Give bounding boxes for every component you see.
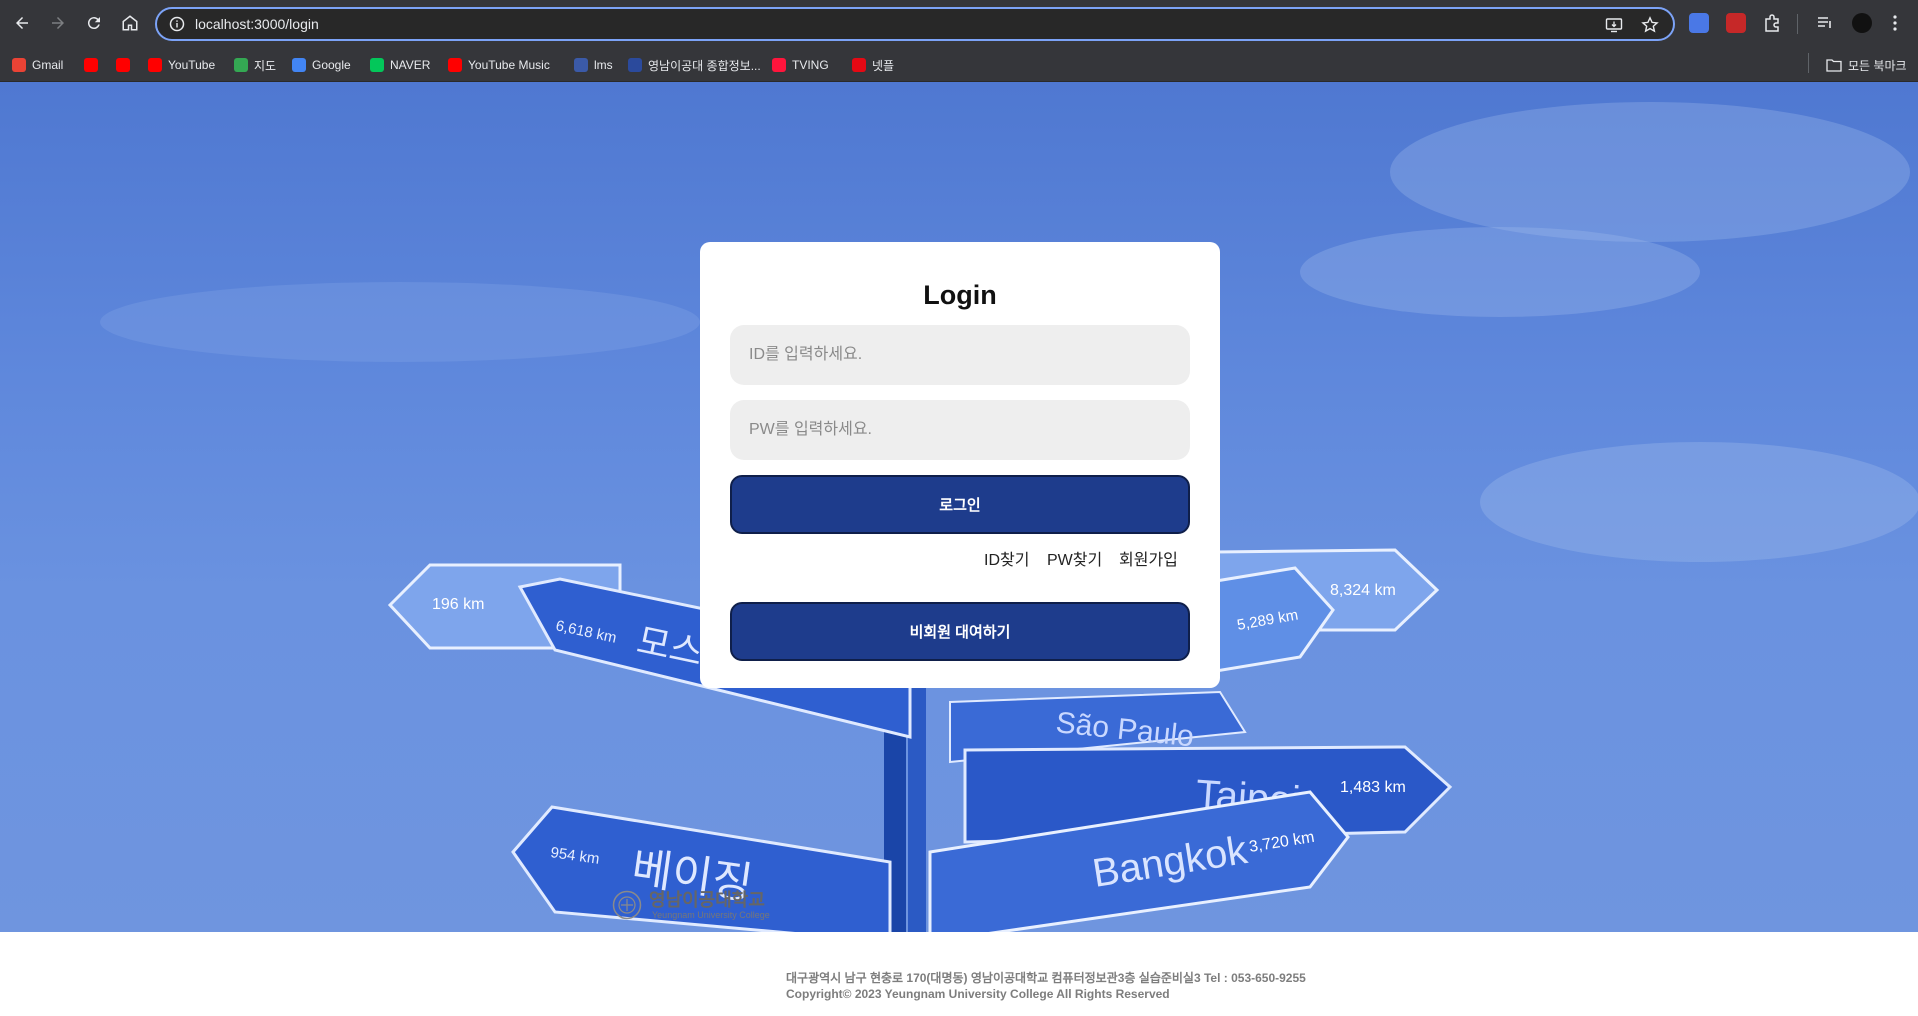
- bookmark-item[interactable]: [84, 56, 104, 74]
- page-content: 196 km 6,618 km 모스 8,324 km 5,289 km São…: [0, 82, 1918, 1016]
- id-input[interactable]: [730, 325, 1190, 385]
- bookmark-item[interactable]: 영남이공대 종합정보...: [628, 56, 761, 74]
- login-title: Login: [923, 280, 997, 310]
- sign-label: 8,324 km: [1330, 582, 1396, 599]
- back-button[interactable]: [10, 11, 34, 35]
- all-bookmarks-label: 모든 북마크: [1848, 58, 1907, 73]
- netflix-icon: [852, 58, 866, 72]
- reload-icon: [87, 17, 100, 30]
- hero-background: 196 km 6,618 km 모스 8,324 km 5,289 km São…: [0, 82, 1918, 932]
- install-app-icon[interactable]: [1605, 16, 1623, 34]
- maps-icon: [234, 58, 248, 72]
- tving-icon: [772, 58, 786, 72]
- arrow-left-icon: [16, 17, 28, 29]
- bookmark-item[interactable]: [116, 56, 136, 74]
- home-button[interactable]: [118, 11, 142, 35]
- logo-english: Yeungnam University College: [652, 910, 770, 920]
- gmail-icon: [12, 58, 26, 72]
- profile-avatar[interactable]: [1852, 13, 1872, 33]
- sign-label: 196 km: [432, 596, 484, 613]
- bookmark-item[interactable]: TVING: [772, 56, 829, 74]
- bookmark-star-icon[interactable]: [1641, 16, 1659, 34]
- guest-rental-button[interactable]: 비회원 대여하기: [730, 602, 1190, 661]
- cloud: [1390, 102, 1910, 242]
- arrow-right-icon: [52, 17, 64, 29]
- cloud: [1480, 442, 1918, 562]
- media-queue-icon[interactable]: [1815, 13, 1835, 33]
- bookmark-label: Gmail: [32, 58, 64, 72]
- bookmark-label: 영남이공대 종합정보...: [648, 58, 761, 73]
- find-pw-link[interactable]: PW찾기: [1047, 546, 1102, 570]
- site-info-icon[interactable]: [169, 16, 185, 32]
- footer-copyright: Copyright© 2023 Yeungnam University Coll…: [786, 987, 1170, 1001]
- bookmark-item[interactable]: 지도: [234, 56, 276, 74]
- password-input[interactable]: [730, 400, 1190, 460]
- login-button[interactable]: 로그인: [730, 475, 1190, 534]
- translate-extension-icon[interactable]: [1689, 13, 1709, 33]
- bookmark-item[interactable]: 넷플: [852, 56, 894, 74]
- bookmark-item[interactable]: lms: [574, 56, 613, 74]
- home-icon: [122, 15, 138, 31]
- bookmark-label: TVING: [792, 58, 829, 72]
- cloud: [100, 282, 700, 362]
- bookmark-item[interactable]: YouTube Music: [448, 56, 550, 74]
- more-menu-icon[interactable]: [1892, 13, 1898, 33]
- reload-button[interactable]: [82, 11, 106, 35]
- university-emblem-icon: [612, 890, 642, 920]
- footer-address: 대구광역시 남구 현충로 170(대명동) 영남이공대학교 컴퓨터정보관3층 실…: [786, 971, 1306, 985]
- bookmark-item[interactable]: YouTube: [148, 56, 215, 74]
- url-text[interactable]: localhost:3000/login: [195, 16, 319, 32]
- bookmark-label: lms: [594, 58, 613, 72]
- bookmark-label: YouTube: [168, 58, 216, 72]
- lms-icon: [574, 58, 588, 72]
- bookmarks-bar: Gmail YouTube 지도 Google NAVER YouTube Music lm…: [0, 47, 1918, 82]
- folder-icon: [1826, 59, 1842, 72]
- bookmark-label: 넷플: [872, 58, 895, 73]
- bookmark-label: YouTube Music: [468, 58, 550, 72]
- address-bar[interactable]: localhost:3000/login: [155, 7, 1675, 41]
- ync-icon: [628, 58, 642, 72]
- all-bookmarks-folder[interactable]: 모든 북마크: [1826, 56, 1907, 74]
- forward-button[interactable]: [46, 11, 70, 35]
- login-card: Login 로그인 ID찾기 PW찾기 회원가입 비회원 대여하기: [700, 242, 1220, 688]
- bookmark-label: 지도: [254, 58, 277, 73]
- bookmark-label: NAVER: [390, 58, 431, 72]
- youtube-music-icon: [448, 58, 462, 72]
- naver-icon: [370, 58, 384, 72]
- browser-toolbar: localhost:3000/login: [0, 0, 1918, 47]
- youtube-icon: [148, 58, 162, 72]
- bookmarks-divider: [1808, 53, 1809, 73]
- logo-korean: 영남이공대학교: [649, 890, 765, 911]
- google-icon: [292, 58, 306, 72]
- youtube-icon: [84, 58, 98, 72]
- find-id-link[interactable]: ID찾기: [984, 546, 1029, 570]
- youtube-icon: [116, 58, 130, 72]
- bookmark-item[interactable]: NAVER: [370, 56, 430, 74]
- bookmark-label: Google: [312, 58, 351, 72]
- signup-link[interactable]: 회원가입: [1119, 546, 1178, 570]
- toolbar-divider: [1797, 14, 1798, 34]
- bookmark-item[interactable]: Gmail: [12, 56, 63, 74]
- extension-icon[interactable]: [1726, 13, 1746, 33]
- cloud: [1300, 227, 1700, 317]
- sign-label: 1,483 km: [1340, 779, 1406, 796]
- bookmark-item[interactable]: Google: [292, 56, 351, 74]
- extensions-puzzle-icon[interactable]: [1762, 13, 1782, 33]
